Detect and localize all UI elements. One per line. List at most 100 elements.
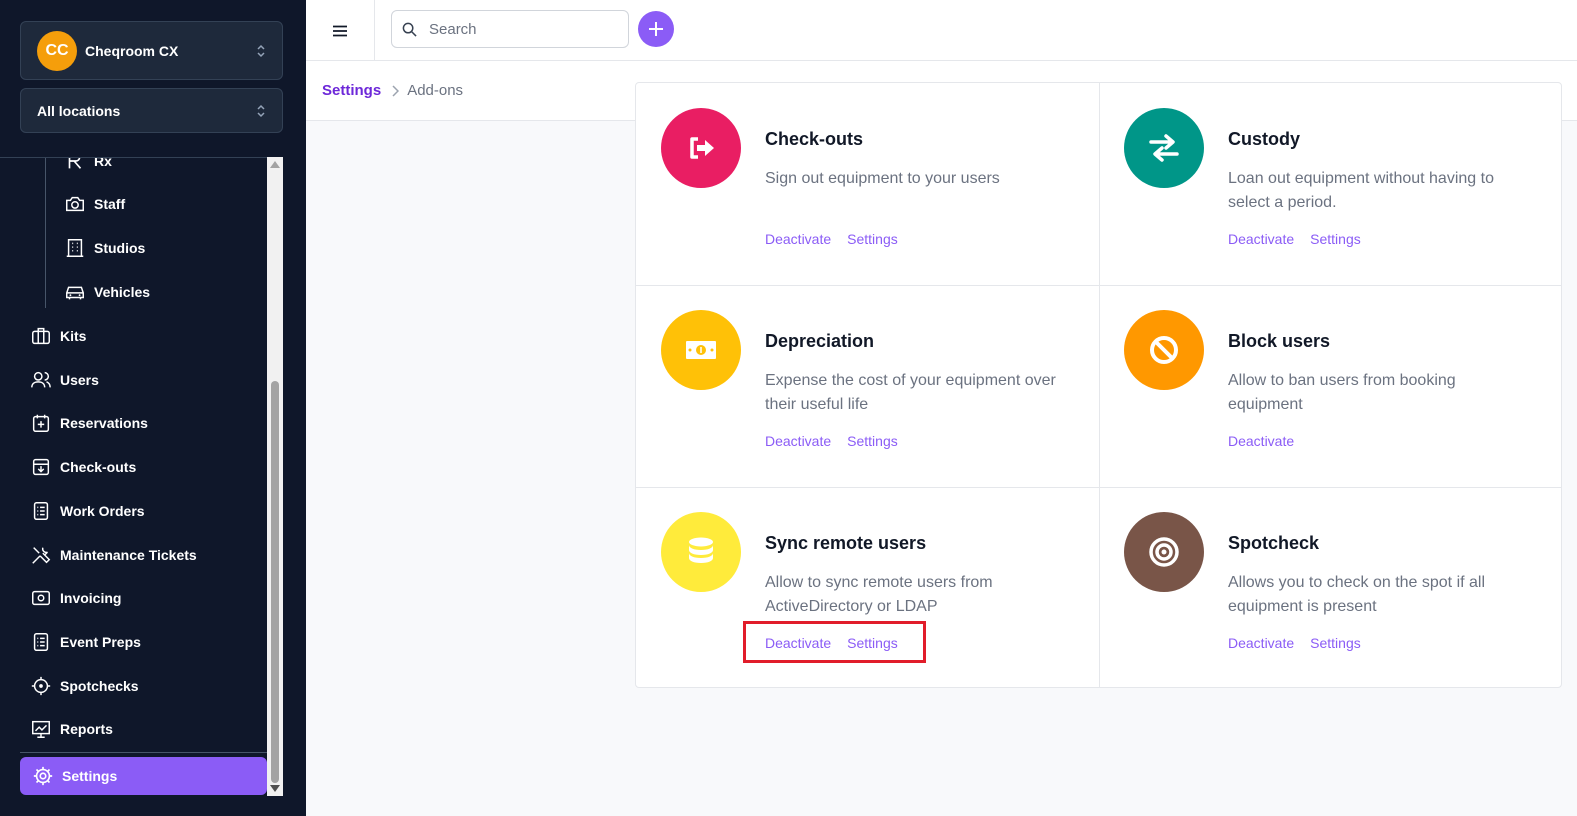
- scrollbar-thumb[interactable]: [271, 381, 279, 783]
- settings-link[interactable]: Settings: [847, 433, 898, 449]
- addon-description: Loan out equipment without having to sel…: [1228, 170, 1494, 211]
- sidebar-nav: Rx Staff Studios Vehicles Kits Users Res…: [0, 157, 283, 796]
- sidebar-item-label: Reservations: [60, 415, 148, 431]
- submenu-line: [45, 158, 46, 308]
- sidebar-item-invoicing[interactable]: Invoicing: [30, 583, 121, 613]
- org-avatar: CC: [37, 30, 77, 71]
- add-button[interactable]: [638, 11, 674, 47]
- addon-description: Sign out equipment to your users: [765, 170, 1000, 187]
- ban-icon: [1150, 336, 1178, 364]
- addon-description: Expense the cost of your equipment over …: [765, 372, 1056, 413]
- deactivate-link[interactable]: Deactivate: [765, 433, 831, 449]
- sidebar-item-label: Rx: [94, 157, 112, 169]
- addon-title: Block users: [1228, 331, 1331, 351]
- org-name: Cheqroom CX: [85, 42, 179, 59]
- sidebar-item-label: Reports: [60, 721, 113, 737]
- addon-actions: Deactivate Settings: [765, 231, 898, 247]
- scroll-down-arrow-icon[interactable]: [270, 785, 280, 792]
- crosshair-icon: [31, 676, 51, 696]
- sidebar-item-label: Vehicles: [94, 284, 151, 300]
- sign-out-icon: [690, 137, 714, 159]
- sidebar-item-label: Check-outs: [60, 459, 137, 475]
- gear-icon: [33, 766, 53, 786]
- addon-icon-circle: [661, 512, 741, 592]
- sidebar-item-settings[interactable]: Settings: [20, 757, 267, 795]
- settings-link[interactable]: Settings: [847, 231, 898, 247]
- sidebar-item-event-preps[interactable]: Event Preps: [30, 627, 141, 657]
- location-label: All locations: [37, 102, 121, 119]
- addon-description: Allow to sync remote users from ActiveDi…: [765, 574, 993, 615]
- sidebar-item-reports[interactable]: Reports: [30, 714, 113, 744]
- calendar-plus-icon: [32, 414, 50, 432]
- menu-toggle-button[interactable]: [306, 0, 375, 61]
- addon-actions: Deactivate Settings: [765, 433, 898, 449]
- sidebar: CC Cheqroom CX All locations Rx Staff St…: [0, 0, 306, 816]
- inbox-download-icon: [32, 458, 50, 476]
- deactivate-link[interactable]: Deactivate: [1228, 635, 1294, 651]
- breadcrumb-current: Add-ons: [407, 82, 464, 99]
- sidebar-item-label: Work Orders: [60, 503, 145, 519]
- addon-icon-circle: [1124, 310, 1204, 390]
- sidebar-item-label: Maintenance Tickets: [60, 547, 197, 563]
- camera-icon: [66, 196, 84, 212]
- rx-icon: [68, 158, 82, 169]
- sidebar-scrollbar[interactable]: [267, 157, 283, 796]
- addon-card-check-outs: Check-outs Sign out equipment to your us…: [636, 83, 1099, 285]
- search-box[interactable]: [391, 10, 629, 48]
- addon-actions: Deactivate: [1228, 433, 1294, 449]
- sidebar-item-label: Spotchecks: [60, 678, 139, 694]
- sidebar-item-users[interactable]: Users: [30, 365, 99, 395]
- deactivate-link[interactable]: Deactivate: [1228, 433, 1294, 449]
- sidebar-item-label: Kits: [60, 328, 87, 344]
- scroll-up-arrow-icon[interactable]: [270, 161, 280, 168]
- addon-icon-circle: [1124, 512, 1204, 592]
- sidebar-item-label: Users: [60, 372, 99, 388]
- addon-card-spotcheck: Spotcheck Allows you to check on the spo…: [1099, 487, 1561, 687]
- chevron-right-icon: [392, 84, 400, 97]
- deactivate-link[interactable]: Deactivate: [765, 231, 831, 247]
- car-icon: [66, 286, 84, 300]
- clipboard-list-icon: [33, 502, 49, 520]
- search-input[interactable]: [429, 20, 609, 38]
- addon-card-block-users: Block users Allow to ban users from book…: [1099, 285, 1561, 487]
- addon-card-depreciation: Depreciation Expense the cost of your eq…: [636, 285, 1099, 487]
- sidebar-item-vehicles[interactable]: Vehicles: [64, 277, 150, 307]
- chart-icon: [32, 720, 50, 738]
- addon-description: Allow to ban users from booking equipmen…: [1228, 372, 1456, 413]
- plus-icon: [649, 22, 663, 36]
- addon-title: Check-outs: [765, 129, 864, 149]
- search-icon: [402, 22, 417, 37]
- sidebar-item-spotchecks[interactable]: Spotchecks: [30, 671, 139, 701]
- settings-link[interactable]: Settings: [1310, 231, 1361, 247]
- sidebar-item-check-outs[interactable]: Check-outs: [30, 452, 136, 482]
- breadcrumb-settings-link[interactable]: Settings: [322, 82, 381, 99]
- sidebar-item-label: Invoicing: [60, 590, 122, 606]
- settings-link[interactable]: Settings: [1310, 635, 1361, 651]
- sidebar-item-label: Staff: [94, 196, 126, 212]
- cash-icon: [32, 590, 50, 606]
- database-icon: [689, 537, 713, 563]
- addon-icon-circle: [1124, 108, 1204, 188]
- deactivate-link[interactable]: Deactivate: [1228, 231, 1294, 247]
- building-icon: [66, 239, 84, 257]
- sidebar-item-reservations[interactable]: Reservations: [30, 408, 148, 438]
- location-selector[interactable]: All locations: [20, 88, 283, 133]
- top-bar: [306, 0, 1577, 61]
- addons-grid: Check-outs Sign out equipment to your us…: [635, 82, 1562, 688]
- exchange-icon: [1149, 134, 1179, 162]
- addon-description: Allows you to check on the spot if all e…: [1228, 574, 1486, 615]
- sidebar-item-staff[interactable]: Staff: [64, 189, 125, 219]
- organization-selector[interactable]: CC Cheqroom CX: [20, 21, 283, 80]
- sidebar-item-rx[interactable]: Rx: [64, 157, 112, 176]
- sidebar-item-kits[interactable]: Kits: [30, 321, 86, 351]
- addon-icon-circle: [661, 310, 741, 390]
- sidebar-item-work-orders[interactable]: Work Orders: [30, 496, 145, 526]
- addon-actions: Deactivate Settings: [1228, 635, 1361, 651]
- money-icon: [686, 341, 716, 359]
- addon-title: Spotcheck: [1228, 533, 1320, 553]
- sidebar-item-maintenance-tickets[interactable]: Maintenance Tickets: [30, 540, 197, 570]
- briefcase-icon: [32, 327, 50, 345]
- addon-title: Sync remote users: [765, 533, 927, 553]
- sidebar-item-studios[interactable]: Studios: [64, 233, 145, 263]
- checklist-icon: [33, 633, 49, 651]
